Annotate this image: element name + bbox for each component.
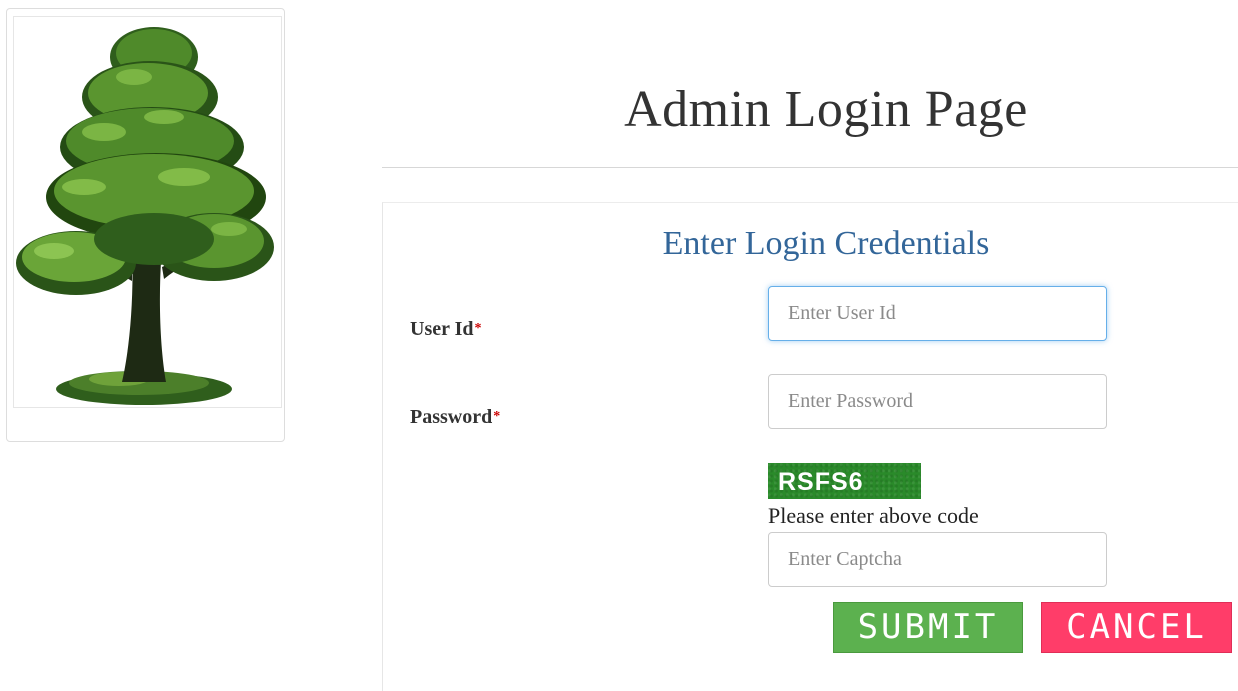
user-id-input[interactable] [768, 286, 1107, 341]
captcha-image: RSFS6 [768, 463, 921, 499]
captcha-code: RSFS6 [778, 468, 864, 496]
password-label-text: Password [410, 406, 493, 428]
user-id-label-text: User Id [410, 318, 474, 340]
user-id-label: User Id* [410, 317, 482, 341]
tree-icon [16, 27, 274, 405]
login-heading: Enter Login Credentials [662, 225, 990, 262]
password-input[interactable] [768, 374, 1107, 429]
tree-logo-image [13, 16, 282, 408]
title-divider [382, 167, 1238, 168]
password-label: Password* [410, 405, 500, 429]
captcha-hint: Please enter above code [768, 503, 979, 528]
captcha-input[interactable] [768, 532, 1107, 587]
required-mark: * [474, 321, 482, 336]
cancel-button[interactable]: CANCEL [1041, 602, 1232, 653]
required-mark: * [493, 409, 501, 424]
submit-button[interactable]: SUBMIT [833, 602, 1023, 653]
logo-card [6, 8, 285, 442]
page-title: Admin Login Page [624, 81, 1028, 138]
